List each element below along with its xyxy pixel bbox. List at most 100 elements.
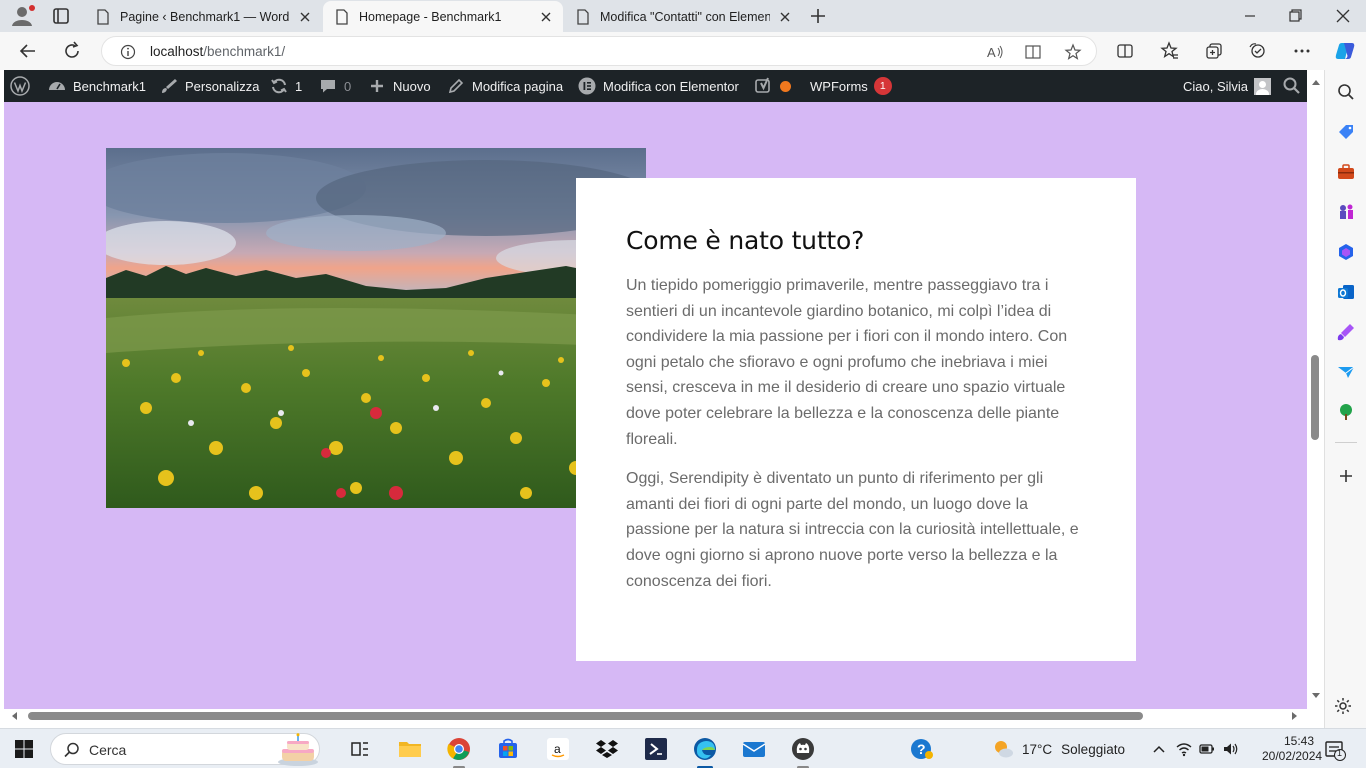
chevron-up-icon[interactable] [1150, 740, 1168, 758]
copilot-icon[interactable] [1333, 39, 1357, 63]
wpforms-menu[interactable]: WPForms 1 [810, 70, 892, 102]
horizontal-scrollbar[interactable] [4, 709, 1307, 725]
powershell-icon[interactable] [642, 735, 670, 763]
dropbox-icon[interactable] [593, 735, 621, 763]
more-icon[interactable] [1292, 41, 1312, 61]
tab-actions-icon[interactable] [50, 6, 72, 26]
story-paragraph-1: Un tiepido pomeriggio primaverile, mentr… [626, 277, 1068, 448]
maximize-icon[interactable] [1286, 6, 1306, 26]
add-icon[interactable] [1336, 466, 1356, 486]
birthday-cake-icon [278, 733, 318, 766]
github-desktop-icon[interactable] [789, 735, 817, 768]
amazon-icon[interactable]: a [544, 735, 572, 763]
games-chess-icon[interactable] [1336, 202, 1356, 222]
outlook-icon[interactable] [1336, 282, 1356, 302]
search-icon[interactable] [1336, 82, 1356, 102]
tree-icon[interactable] [1336, 402, 1356, 422]
scroll-left-arrow-icon[interactable] [12, 712, 17, 720]
collections-icon[interactable] [1204, 41, 1224, 61]
volume-icon[interactable] [1221, 740, 1239, 758]
tools-briefcase-icon[interactable] [1336, 162, 1356, 182]
weather-temp: 17°C [1022, 741, 1053, 757]
updates-link[interactable]: 1 [269, 70, 302, 102]
elementor-icon [578, 77, 596, 95]
performance-icon[interactable] [1248, 41, 1268, 61]
close-window-icon[interactable] [1333, 6, 1353, 26]
clock-date: 20/02/2024 [1262, 749, 1323, 763]
send-icon[interactable] [1336, 362, 1356, 382]
close-tab-icon[interactable] [778, 10, 792, 24]
info-icon[interactable] [120, 44, 136, 60]
edit-with-elementor-link[interactable]: Modifica con Elementor [577, 70, 739, 102]
weather-widget[interactable]: 17°C Soleggiato [992, 738, 1125, 760]
scroll-down-arrow-icon[interactable] [1312, 693, 1320, 698]
new-tab-icon[interactable] [808, 6, 828, 26]
favorite-star-icon[interactable] [1064, 43, 1082, 61]
yoast-icon [755, 77, 770, 93]
address-bar[interactable]: localhost/benchmark1/ A [101, 36, 1097, 66]
new-content-menu[interactable]: Nuovo [367, 70, 431, 102]
clock-time: 15:43 [1283, 734, 1314, 748]
scroll-up-arrow-icon[interactable] [1312, 80, 1320, 85]
sidebar-divider [1335, 442, 1357, 443]
chrome-icon[interactable] [445, 735, 473, 768]
svg-text:A: A [987, 45, 996, 60]
favorites-icon[interactable] [1160, 41, 1180, 61]
url-text: localhost/benchmark1/ [150, 44, 285, 59]
battery-icon[interactable] [1198, 740, 1216, 758]
shopping-tag-icon[interactable] [1336, 122, 1356, 142]
taskbar-search[interactable]: Cerca [50, 733, 320, 766]
help-icon[interactable]: ? [908, 735, 936, 763]
updates-icon [271, 78, 287, 94]
page-icon [97, 8, 109, 25]
profile-notification-dot [29, 5, 35, 11]
minimize-icon[interactable] [1240, 6, 1260, 26]
yoast-status-dot [780, 80, 791, 92]
weather-description: Soleggiato [1061, 741, 1125, 757]
task-view-icon[interactable] [346, 735, 374, 763]
mail-icon[interactable] [740, 735, 768, 763]
edit-page-label: Modifica pagina [472, 78, 564, 94]
meadow-photo [106, 148, 646, 508]
vertical-scroll-thumb[interactable] [1311, 355, 1319, 440]
designer-icon[interactable] [1336, 322, 1356, 342]
updates-count: 1 [295, 78, 303, 94]
edge-icon[interactable] [691, 735, 719, 768]
wpforms-count-badge: 1 [873, 77, 892, 95]
wifi-icon[interactable] [1175, 740, 1193, 758]
windows-start-icon[interactable] [14, 739, 34, 759]
file-explorer-icon[interactable] [396, 735, 424, 763]
url-host: localhost [150, 44, 204, 59]
edit-page-link[interactable]: Modifica pagina [446, 70, 563, 102]
url-path: /benchmark1/ [203, 44, 286, 59]
tab-pagine[interactable]: Pagine ‹ Benchmark1 — WordPress [84, 1, 322, 32]
notifications-icon[interactable]: 1 [1324, 739, 1346, 761]
microsoft365-icon[interactable] [1336, 242, 1356, 262]
tab-homepage[interactable]: Homepage - Benchmark1 [323, 1, 563, 32]
close-tab-icon[interactable] [298, 10, 312, 24]
tab-modifica-contatti[interactable]: Modifica "Contatti" con Elementor [564, 1, 802, 32]
my-account-menu[interactable]: Ciao, Silvia [1183, 70, 1272, 102]
back-icon[interactable] [17, 40, 39, 62]
system-clock[interactable]: 15:43 20/02/2024 [1262, 734, 1323, 764]
edge-sidebar [1324, 70, 1366, 730]
site-name-menu[interactable]: Benchmark1 [47, 70, 146, 102]
scroll-right-arrow-icon[interactable] [1292, 712, 1297, 720]
microsoft-store-icon[interactable] [494, 735, 522, 763]
customize-link[interactable]: Personalizza [159, 70, 259, 102]
horizontal-scroll-thumb[interactable] [28, 712, 1143, 720]
search-placeholder: Cerca [89, 742, 127, 758]
tab-title: Homepage - Benchmark1 [359, 9, 502, 24]
yoast-menu[interactable] [754, 70, 791, 102]
close-tab-icon[interactable] [539, 10, 553, 24]
split-screen-icon[interactable] [1115, 41, 1135, 61]
sidebar-settings-icon[interactable] [1333, 696, 1353, 716]
wordpress-logo-icon[interactable] [10, 70, 36, 102]
immersive-reader-icon[interactable] [1024, 43, 1042, 61]
svg-text:a: a [554, 742, 561, 756]
admin-search-icon[interactable] [1282, 70, 1308, 102]
vertical-scrollbar[interactable] [1307, 70, 1324, 709]
comments-link[interactable]: 0 [318, 70, 351, 102]
reload-icon[interactable] [61, 40, 83, 62]
read-aloud-icon[interactable]: A [986, 43, 1004, 61]
